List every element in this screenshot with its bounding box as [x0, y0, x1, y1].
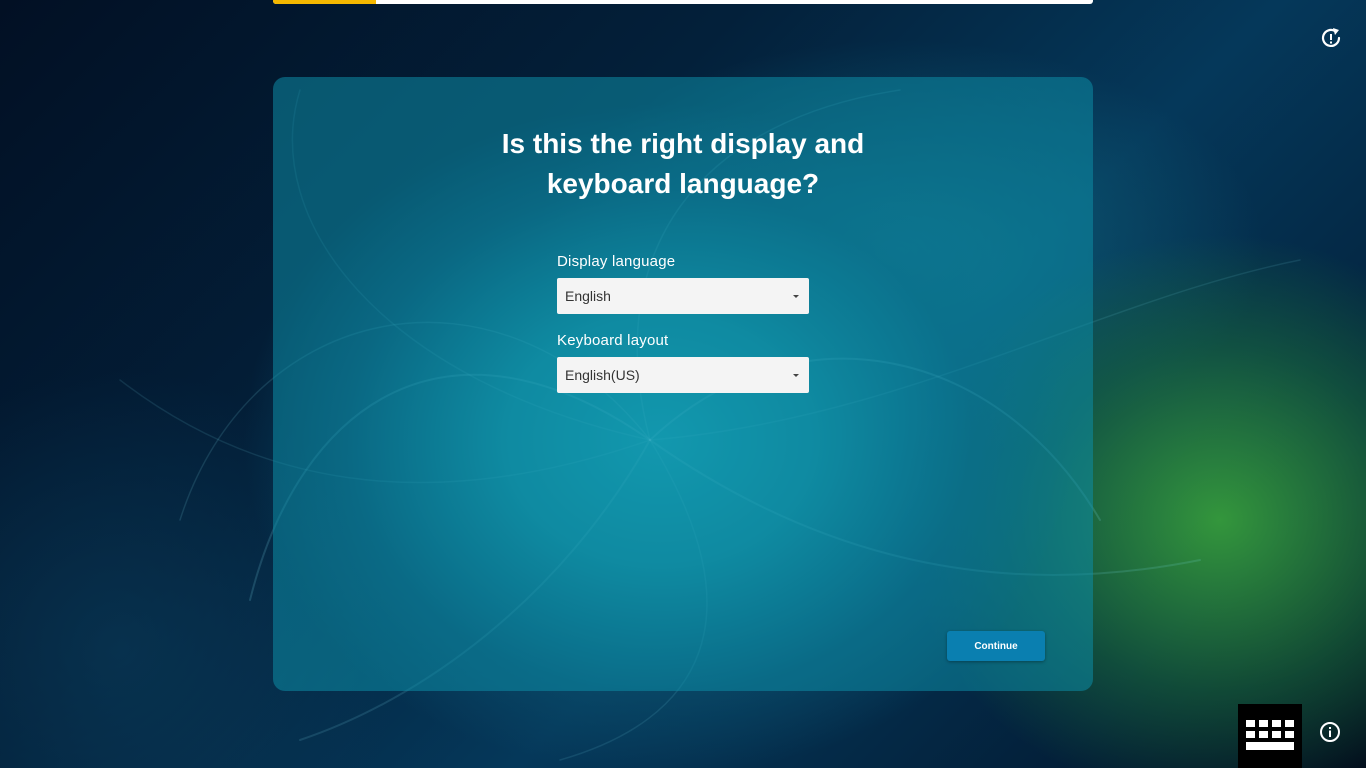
setup-progress-fill: [273, 0, 376, 4]
info-icon[interactable]: [1319, 721, 1341, 743]
continue-button[interactable]: Continue: [947, 631, 1045, 661]
setup-progress-bar: [273, 0, 1093, 4]
keyboard-layout-label: Keyboard layout: [557, 332, 669, 349]
chevron-down-icon: [793, 373, 799, 377]
chevron-down-icon: [793, 294, 799, 298]
display-language-label: Display language: [557, 253, 676, 270]
title-line-2: keyboard language?: [546, 168, 820, 199]
keyboard-layout-value: English(US): [565, 367, 640, 383]
on-screen-keyboard-button[interactable]: [1238, 704, 1302, 768]
keyboard-layout-select[interactable]: English(US): [557, 357, 809, 393]
title-line-1: Is this the right display and: [501, 128, 865, 159]
display-language-value: English: [565, 288, 611, 304]
restart-info-icon[interactable]: [1318, 25, 1344, 51]
page-title: Is this the right display and keyboard l…: [273, 124, 1093, 204]
keyboard-icon: [1246, 720, 1294, 750]
display-language-select[interactable]: English: [557, 278, 809, 314]
language-setup-card: Is this the right display and keyboard l…: [273, 77, 1093, 691]
